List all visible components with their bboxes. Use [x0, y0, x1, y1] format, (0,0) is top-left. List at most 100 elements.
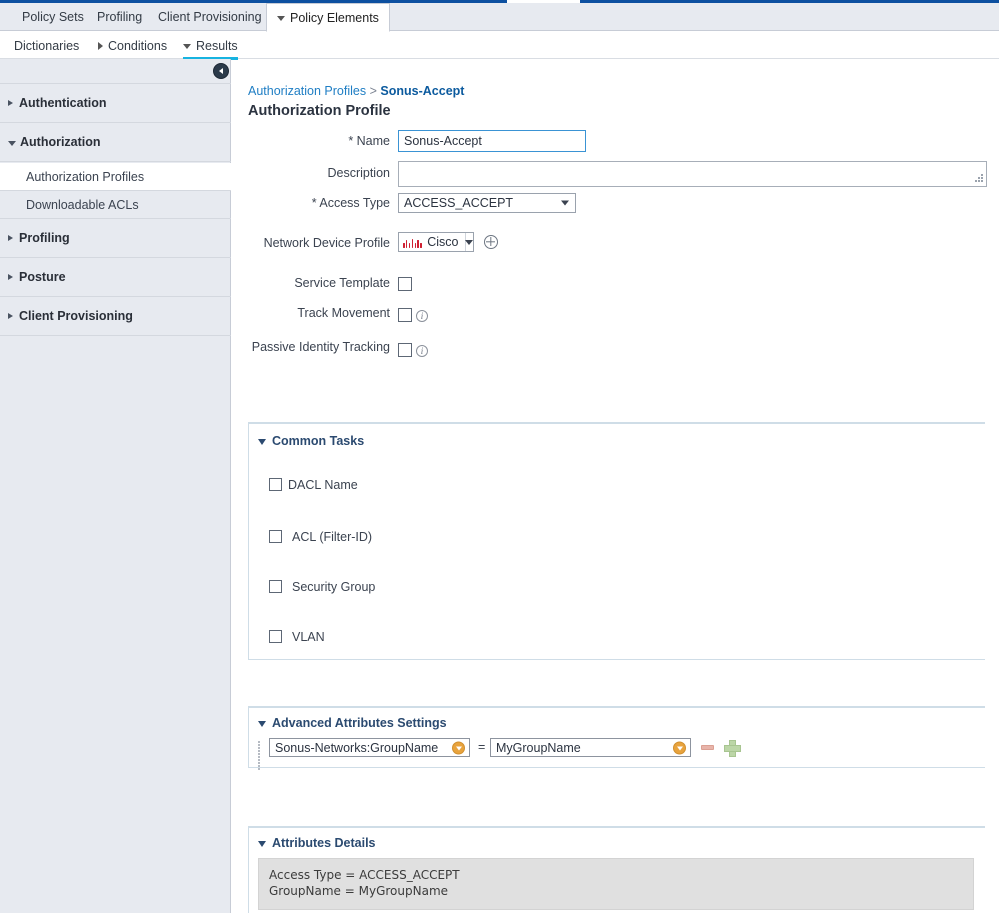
service-template-label: Service Template — [294, 276, 390, 290]
page-title: Authorization Profile — [248, 103, 391, 119]
sidebar-top-strip — [0, 59, 231, 84]
panel-left-rule — [248, 424, 249, 659]
cisco-logo-icon — [403, 237, 423, 248]
attributes-details-box: Access Type = ACCESS_ACCEPT GroupName = … — [258, 858, 974, 910]
access-type-value: ACCESS_ACCEPT — [404, 196, 514, 210]
app-root: Policy Sets Profiling Client Provisionin… — [0, 0, 999, 913]
breadcrumb-current: Sonus-Accept — [380, 84, 465, 98]
attributes-details-title: Attributes Details — [272, 836, 376, 850]
attributes-details-header[interactable]: Attributes Details — [258, 836, 376, 850]
network-device-profile-value: Cisco — [427, 235, 459, 249]
subtab-conditions[interactable]: Conditions — [98, 32, 167, 59]
primary-tab-bar: Policy Sets Profiling Client Provisionin… — [0, 3, 999, 32]
tab-policy-sets[interactable]: Policy Sets — [12, 3, 94, 31]
add-network-device-profile-icon[interactable] — [484, 235, 498, 249]
name-label: * Name — [348, 134, 390, 148]
common-tasks-panel: Common Tasks DACL Name ACL (Filter-ID) S… — [248, 422, 985, 660]
track-movement-label: Track Movement — [297, 306, 390, 320]
chevron-down-circle-icon[interactable] — [673, 741, 686, 754]
vlan-checkbox[interactable] — [269, 630, 282, 643]
chevron-down-icon — [8, 140, 16, 146]
tab-profiling-label: Profiling — [97, 10, 143, 24]
name-input[interactable] — [398, 130, 586, 152]
track-movement-checkbox[interactable] — [398, 308, 412, 322]
remove-attribute-icon[interactable] — [701, 745, 714, 750]
chevron-right-icon — [8, 313, 13, 319]
info-icon[interactable]: i — [416, 345, 428, 357]
chevron-down-icon — [183, 44, 191, 49]
description-label: Description — [327, 166, 390, 180]
sidebar-item-authorization-profiles-label: Authorization Profiles — [26, 169, 145, 184]
tab-client-provisioning[interactable]: Client Provisioning — [148, 3, 272, 31]
add-attribute-icon[interactable] — [724, 740, 741, 757]
advanced-attributes-header[interactable]: Advanced Attributes Settings — [258, 716, 447, 730]
common-tasks-header[interactable]: Common Tasks — [258, 434, 364, 448]
breadcrumb-separator: > — [369, 84, 377, 98]
common-tasks-title: Common Tasks — [272, 434, 365, 448]
sidebar-item-authorization[interactable]: Authorization — [0, 123, 231, 162]
passive-identity-tracking-label: Passive Identity Tracking — [251, 340, 390, 354]
network-device-profile-select[interactable]: Cisco — [398, 232, 474, 252]
sidebar-item-authorization-label: Authorization — [20, 135, 101, 149]
chevron-right-icon — [8, 100, 13, 106]
access-type-select[interactable]: ACCESS_ACCEPT — [398, 193, 576, 213]
passive-identity-tracking-checkbox[interactable] — [398, 343, 412, 357]
sidebar-item-client-provisioning-label: Client Provisioning — [19, 309, 133, 323]
attributes-details-panel: Attributes Details Access Type = ACCESS_… — [248, 826, 985, 913]
subtab-conditions-label: Conditions — [108, 38, 168, 53]
access-type-label: * Access Type — [311, 196, 390, 210]
attribute-value-text: MyGroupName — [496, 740, 581, 755]
chevron-down-icon — [464, 239, 473, 245]
tab-policy-elements-label: Policy Elements — [290, 10, 379, 25]
panel-left-rule — [248, 828, 249, 913]
chevron-down-icon — [258, 841, 266, 847]
sidebar-item-profiling[interactable]: Profiling — [0, 219, 231, 258]
sidebar-item-authentication[interactable]: Authentication — [0, 84, 231, 123]
description-textarea[interactable] — [398, 161, 987, 187]
panel-left-rule — [248, 708, 249, 767]
sidebar-item-posture[interactable]: Posture — [0, 258, 231, 297]
attribute-equals-sign: = — [478, 740, 486, 754]
chevron-right-icon — [8, 274, 13, 280]
service-template-checkbox[interactable] — [398, 277, 412, 291]
sidebar-item-client-provisioning[interactable]: Client Provisioning — [0, 297, 231, 336]
attributes-details-line: GroupName = MyGroupName — [269, 884, 449, 898]
sidebar-item-authentication-label: Authentication — [19, 96, 107, 110]
attribute-value-input[interactable]: MyGroupName — [490, 738, 691, 757]
vlan-label: VLAN — [292, 630, 325, 644]
tab-policy-elements[interactable]: Policy Elements — [266, 3, 390, 32]
acl-filter-id-checkbox[interactable] — [269, 530, 282, 543]
subtab-dictionaries-label: Dictionaries — [14, 38, 80, 53]
chevron-down-icon — [258, 439, 266, 445]
attributes-details-line: Access Type = ACCESS_ACCEPT — [269, 868, 460, 882]
description-resize-grip[interactable] — [975, 174, 984, 183]
attribute-name-input[interactable]: Sonus-Networks:GroupName — [269, 738, 470, 757]
security-group-checkbox[interactable] — [269, 580, 282, 593]
advanced-attributes-panel: Advanced Attributes Settings Sonus-Netwo… — [248, 706, 985, 770]
dacl-name-checkbox[interactable] — [269, 478, 282, 491]
sidebar-collapse-button[interactable] — [213, 63, 229, 79]
chevron-left-icon — [218, 68, 223, 74]
network-device-profile-label: Network Device Profile — [263, 236, 390, 250]
subtab-dictionaries[interactable]: Dictionaries — [14, 32, 79, 59]
breadcrumb: Authorization Profiles > Sonus-Accept — [248, 84, 464, 98]
subtab-results[interactable]: Results — [183, 32, 238, 60]
chevron-down-icon — [277, 16, 285, 21]
chevron-right-icon — [98, 41, 103, 50]
advanced-attributes-title: Advanced Attributes Settings — [272, 716, 447, 730]
sidebar-item-posture-label: Posture — [19, 270, 66, 284]
main-content: Authorization Profiles > Sonus-Accept Au… — [232, 60, 999, 913]
breadcrumb-parent-link[interactable]: Authorization Profiles — [248, 84, 366, 98]
sidebar-item-authorization-profiles[interactable]: Authorization Profiles — [0, 163, 231, 191]
subtab-results-label: Results — [196, 38, 238, 53]
security-group-label: Security Group — [292, 580, 376, 594]
tab-policy-sets-label: Policy Sets — [22, 10, 84, 24]
tab-profiling[interactable]: Profiling — [87, 3, 152, 31]
sidebar-item-downloadable-acls[interactable]: Downloadable ACLs — [0, 191, 231, 219]
attribute-row-drag-handle[interactable] — [258, 740, 263, 770]
sidebar-item-downloadable-acls-label: Downloadable ACLs — [26, 197, 139, 212]
info-icon[interactable]: i — [416, 310, 428, 322]
secondary-tab-bar: Dictionaries Conditions Results — [0, 32, 999, 60]
chevron-down-icon — [258, 721, 266, 727]
chevron-down-circle-icon[interactable] — [452, 741, 465, 754]
